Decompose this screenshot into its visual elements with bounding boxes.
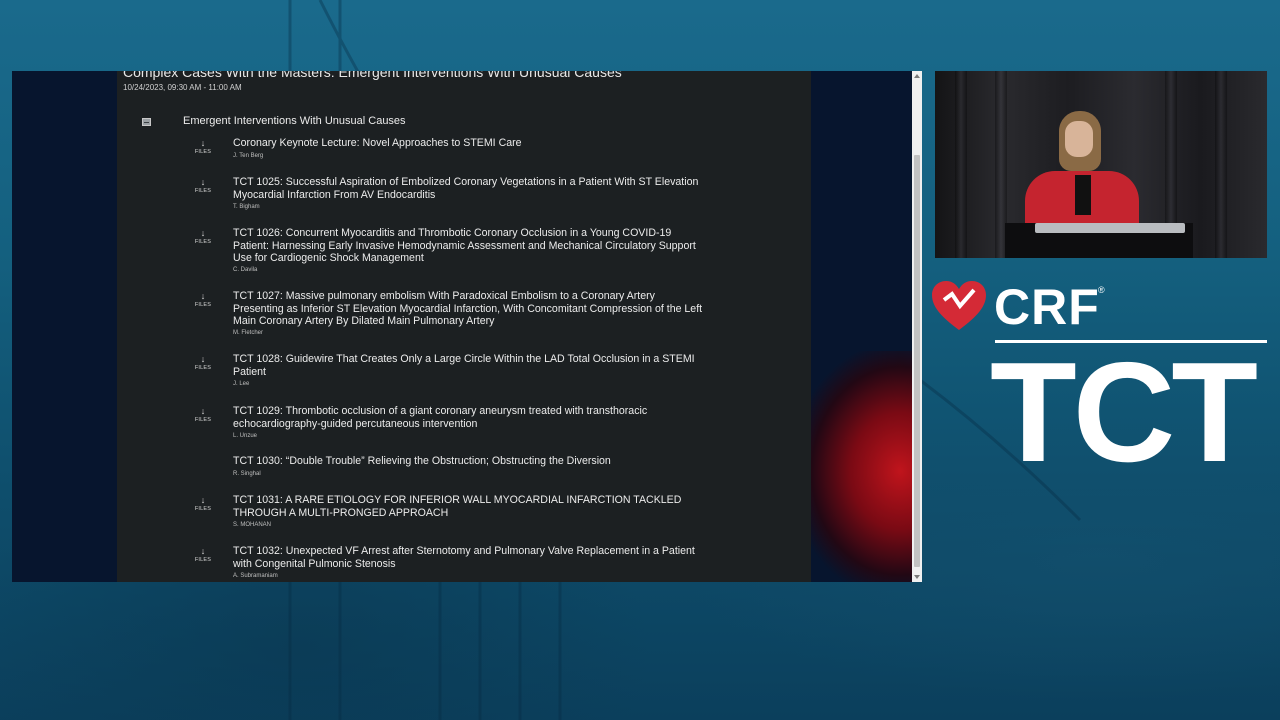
section-header[interactable]: Emergent Interventions With Unusual Caus…	[142, 115, 406, 129]
agenda-item-author: S. MOHANAN	[233, 522, 272, 528]
laptop	[1035, 223, 1185, 233]
curtain-fold	[1215, 71, 1227, 258]
presenter-shirt	[1075, 175, 1091, 215]
files-label: FILES	[194, 365, 212, 371]
collapse-box-icon[interactable]	[142, 118, 151, 126]
files-label: FILES	[194, 188, 212, 194]
tct-logo-text: TCT	[990, 333, 1258, 492]
session-datetime: 10/24/2023, 09:30 AM - 11:00 AM	[123, 83, 242, 92]
files-download-button[interactable]: ↓ FILES	[193, 495, 213, 513]
agenda-item-author: T. Bigham	[233, 204, 260, 210]
files-download-button[interactable]: ↓ FILES	[193, 138, 213, 156]
download-arrow-icon: ↓	[200, 291, 206, 301]
crf-logo-text: CRF	[994, 279, 1100, 335]
agenda-item-title[interactable]: TCT 1029: Thrombotic occlusion of a gian…	[233, 405, 703, 430]
agenda-item-author: R. Singhal	[233, 471, 261, 477]
agenda-item-author: A. Subramaniam	[233, 573, 278, 579]
files-download-button[interactable]: ↓ FILES	[193, 177, 213, 195]
download-arrow-icon: ↓	[200, 546, 206, 556]
scroll-thumb[interactable]	[914, 155, 920, 567]
files-download-button[interactable]: ↓ FILES	[193, 291, 213, 309]
curtain-fold	[955, 71, 967, 258]
download-arrow-icon: ↓	[200, 406, 206, 416]
download-arrow-icon: ↓	[200, 354, 206, 364]
presenter-face	[1065, 121, 1093, 157]
scroll-down-icon[interactable]	[914, 575, 920, 579]
files-download-button[interactable]: ↓ FILES	[193, 228, 213, 246]
download-arrow-icon: ↓	[200, 138, 206, 148]
agenda-item-author: J. Ten Berg	[233, 153, 264, 159]
files-download-button[interactable]: ↓ FILES	[193, 546, 213, 564]
files-download-button[interactable]: ↓ FILES	[193, 406, 213, 424]
presentation-slide: Complex Cases With the Masters: Emergent…	[12, 71, 922, 582]
download-arrow-icon: ↓	[200, 495, 206, 505]
agenda-item-title[interactable]: TCT 1030: “Double Trouble” Relieving the…	[233, 455, 703, 468]
crf-registered-mark: ®	[1098, 285, 1105, 295]
agenda-item-author: C. Davila	[233, 267, 258, 273]
session-title: Complex Cases With the Masters: Emergent…	[123, 71, 622, 80]
agenda-item-title[interactable]: TCT 1032: Unexpected VF Arrest after Ste…	[233, 545, 703, 570]
files-label: FILES	[194, 239, 212, 245]
vertical-scrollbar[interactable]	[912, 71, 922, 582]
agenda-item-title[interactable]: TCT 1026: Concurrent Myocarditis and Thr…	[233, 227, 703, 265]
files-label: FILES	[194, 302, 212, 308]
agenda-item-title[interactable]: Coronary Keynote Lecture: Novel Approach…	[233, 137, 703, 150]
session-agenda-panel: Complex Cases With the Masters: Emergent…	[117, 71, 811, 582]
scroll-up-icon[interactable]	[914, 74, 920, 78]
agenda-item-title[interactable]: TCT 1025: Successful Aspiration of Embol…	[233, 176, 703, 201]
files-label: FILES	[194, 417, 212, 423]
section-label: Emergent Interventions With Unusual Caus…	[183, 115, 406, 127]
crf-heart-logo-icon	[932, 281, 986, 330]
files-label: FILES	[194, 149, 212, 155]
files-label: FILES	[194, 557, 212, 563]
agenda-item-title[interactable]: TCT 1028: Guidewire That Creates Only a …	[233, 353, 703, 378]
files-label: FILES	[194, 506, 212, 512]
agenda-item-title[interactable]: TCT 1031: A RARE ETIOLOGY FOR INFERIOR W…	[233, 494, 703, 519]
download-arrow-icon: ↓	[200, 177, 206, 187]
agenda-item-author: L. Unzue	[233, 433, 258, 439]
heart-illustration	[810, 351, 922, 582]
download-arrow-icon: ↓	[200, 228, 206, 238]
files-download-button[interactable]: ↓ FILES	[193, 354, 213, 372]
speaker-video	[935, 71, 1267, 258]
agenda-item-author: M. Fletcher	[233, 330, 264, 336]
agenda-item-title[interactable]: TCT 1027: Massive pulmonary embolism Wit…	[233, 290, 703, 328]
agenda-item-author: J. Lee	[233, 381, 250, 387]
